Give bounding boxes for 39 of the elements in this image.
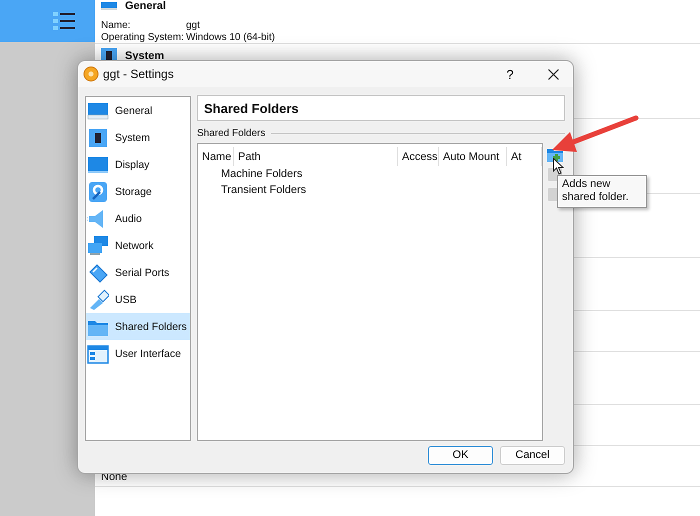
category-item[interactable]: User Interface: [86, 340, 190, 367]
window-icon: [87, 342, 109, 364]
detail-value: Windows 10 (64-bit): [186, 32, 276, 43]
category-item[interactable]: Storage: [86, 178, 190, 205]
column-header[interactable]: At: [507, 147, 542, 166]
category-item[interactable]: USB: [86, 286, 190, 313]
list-icon: [53, 11, 75, 31]
dialog-button[interactable]: Cancel: [500, 446, 565, 464]
chip-icon: [87, 126, 109, 148]
close-icon: [548, 68, 558, 80]
column-header[interactable]: Access: [398, 147, 439, 166]
monitor-icon: [101, 2, 117, 10]
folder-group[interactable]: Machine Folders: [198, 166, 302, 182]
section-heading: System: [125, 50, 164, 62]
category-item[interactable]: Shared Folders: [86, 313, 190, 340]
dialog-button[interactable]: OK: [428, 446, 493, 464]
column-header[interactable]: Name: [198, 147, 234, 166]
group-label: Shared Folders: [197, 128, 266, 138]
tooltip: Adds new shared folder.: [557, 175, 647, 208]
page-title: Shared Folders: [197, 95, 565, 121]
detail-value: ggt: [186, 20, 201, 31]
category-item[interactable]: Audio: [86, 205, 190, 232]
category-item[interactable]: Serial Ports: [86, 259, 190, 286]
column-header[interactable]: Auto Mount: [439, 147, 507, 166]
category-item[interactable]: Network: [86, 232, 190, 259]
section-heading: General: [125, 0, 166, 12]
detail-label: Name:: [101, 20, 132, 31]
category-item[interactable]: General: [86, 97, 190, 124]
cursor-icon: [553, 158, 564, 175]
detail-label: Operating System:: [101, 32, 185, 43]
category-item[interactable]: System: [86, 124, 190, 151]
folder-group[interactable]: Transient Folders: [198, 182, 306, 198]
help-button[interactable]: ?: [487, 66, 533, 82]
window-title: ggt - Settings: [103, 67, 175, 81]
network-icon: [87, 234, 109, 256]
machine-tools-button[interactable]: [0, 0, 95, 42]
gear-icon: [83, 66, 99, 82]
column-header[interactable]: Path: [234, 147, 398, 166]
category-item[interactable]: Display: [86, 151, 190, 178]
